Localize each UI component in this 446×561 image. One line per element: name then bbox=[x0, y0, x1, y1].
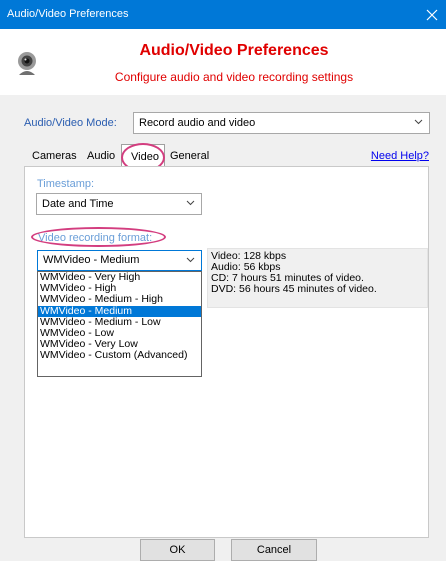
mode-select[interactable]: Record audio and video bbox=[133, 112, 430, 134]
mode-value: Record audio and video bbox=[139, 117, 256, 129]
format-dropdown-list: WMVideo - Very High WMVideo - High WMVid… bbox=[37, 271, 202, 377]
format-value: WMVideo - Medium bbox=[43, 254, 140, 266]
window-title: Audio/Video Preferences bbox=[7, 8, 129, 20]
timestamp-label: Timestamp: bbox=[37, 178, 95, 190]
title-bar: Audio/Video Preferences bbox=[0, 0, 446, 29]
highlight-ring bbox=[31, 227, 166, 247]
timestamp-value: Date and Time bbox=[42, 198, 114, 210]
cancel-button[interactable]: Cancel bbox=[231, 539, 317, 561]
tab-cameras[interactable]: Cameras bbox=[32, 150, 77, 162]
ok-button[interactable]: OK bbox=[140, 539, 215, 561]
format-info-box: Video: 128 kbps Audio: 56 kbps CD: 7 hou… bbox=[207, 248, 428, 308]
format-select[interactable]: WMVideo - Medium bbox=[37, 250, 202, 271]
close-button[interactable] bbox=[417, 0, 446, 29]
tab-general[interactable]: General bbox=[170, 150, 209, 162]
mode-label: Audio/Video Mode: bbox=[24, 117, 117, 129]
timestamp-select[interactable]: Date and Time bbox=[36, 193, 202, 215]
list-item[interactable]: WMVideo - Medium - High bbox=[38, 294, 201, 305]
need-help-link[interactable]: Need Help? bbox=[371, 150, 429, 162]
chevron-down-icon bbox=[186, 255, 195, 267]
list-item[interactable]: WMVideo - Custom (Advanced) bbox=[38, 350, 201, 361]
header-subtitle: Configure audio and video recording sett… bbox=[114, 70, 354, 84]
chevron-down-icon bbox=[414, 117, 423, 129]
close-icon bbox=[426, 9, 437, 20]
chevron-down-icon bbox=[186, 198, 195, 210]
tab-audio[interactable]: Audio bbox=[87, 150, 115, 162]
info-line: DVD: 56 hours 45 minutes of video. bbox=[211, 283, 377, 295]
header-banner bbox=[0, 29, 446, 95]
header-title: Audio/Video Preferences bbox=[139, 42, 329, 59]
